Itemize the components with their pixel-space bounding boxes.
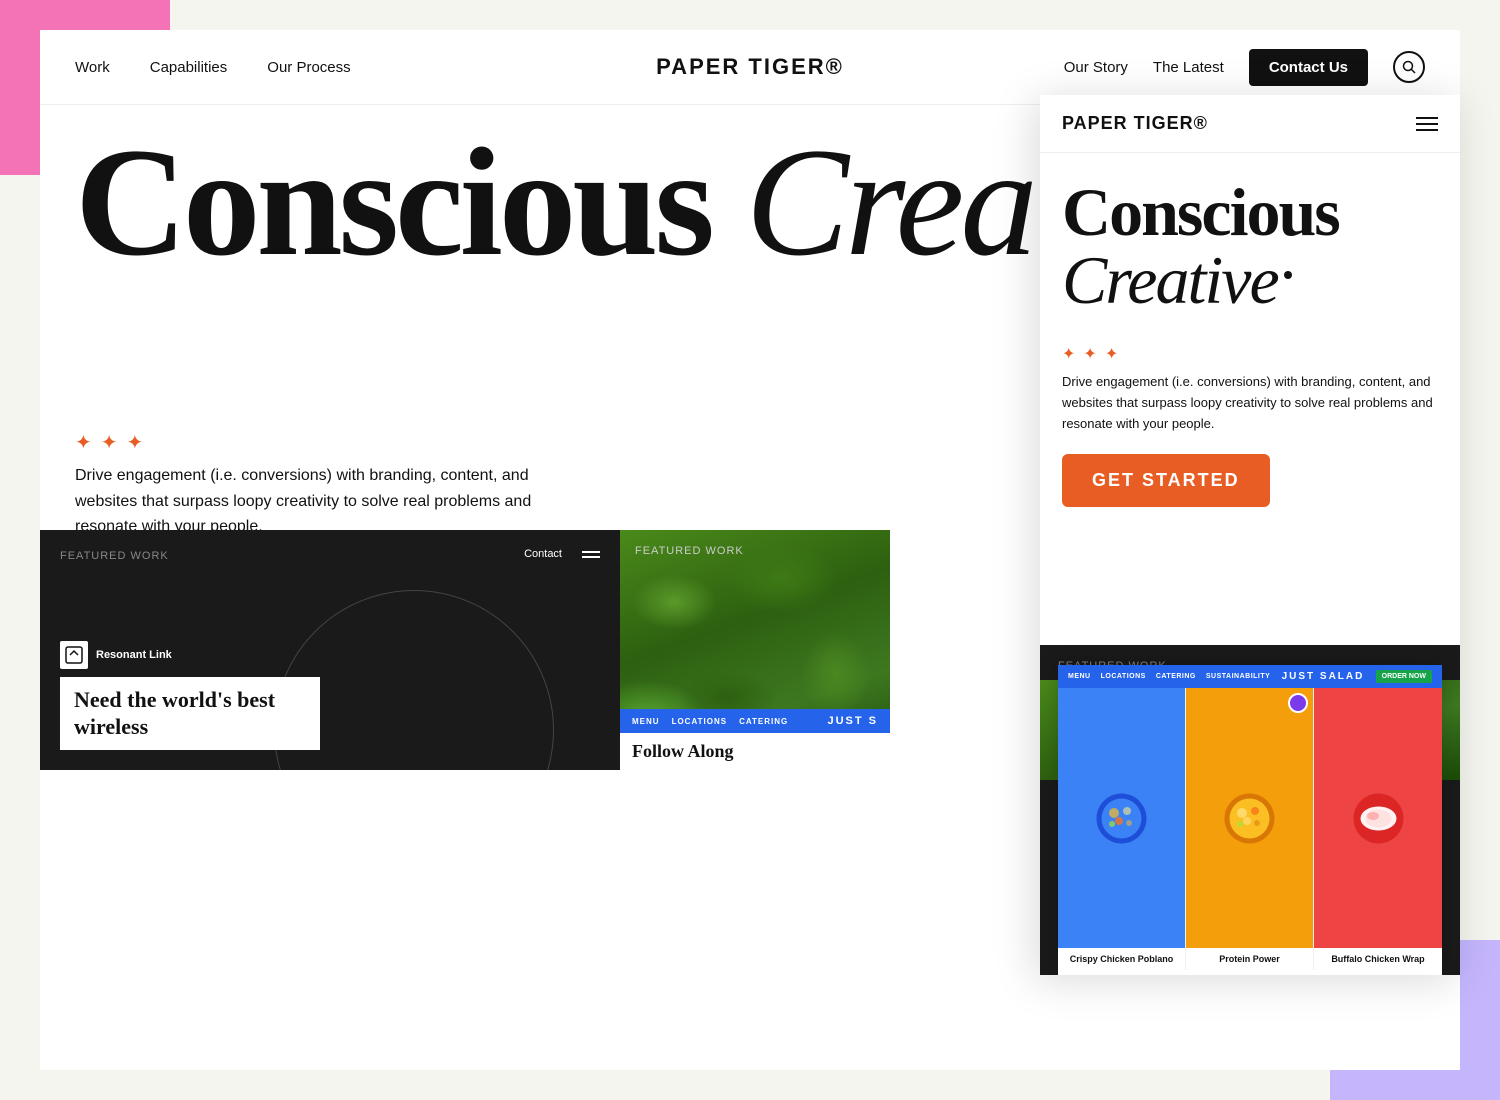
mobile-js-logo: JUST SALAD: [1282, 671, 1365, 682]
mobile-js-menu[interactable]: MENU: [1068, 673, 1091, 680]
nav-link-capabilities[interactable]: Capabilities: [150, 59, 228, 76]
resonant-logo-text: Resonant Link: [96, 649, 172, 661]
product-image-3: [1314, 688, 1442, 948]
contact-text: Contact: [524, 548, 562, 560]
nav-left-links: Work Capabilities Our Process: [75, 59, 1064, 76]
mobile-js-nav-items: MENU LOCATIONS CATERING SUSTAINABILITY: [1068, 673, 1270, 680]
product-image-2: [1186, 688, 1313, 948]
product-name-3: Buffalo Chicken Wrap: [1314, 948, 1442, 970]
mobile-menu-line-2: [1416, 123, 1438, 125]
follow-along: Follow Along: [620, 733, 890, 770]
just-salad-logo: JUST S: [827, 715, 878, 727]
tagline-section: ✦ ✦ ✦ Drive engagement (i.e. conversions…: [75, 430, 595, 540]
featured-card-label-2: Featured Work: [635, 545, 744, 557]
hamburger-line-1: [582, 551, 600, 553]
mobile-tagline-section: ✦ ✦ ✦ Drive engagement (i.e. conversions…: [1040, 314, 1460, 454]
nav-link-our-story[interactable]: Our Story: [1064, 59, 1128, 76]
mobile-js-product-1[interactable]: Crispy Chicken Poblano: [1058, 688, 1186, 970]
mobile-js-products: Crispy Chicken Poblano: [1058, 688, 1442, 970]
mobile-js-nav: MENU LOCATIONS CATERING SUSTAINABILITY J…: [1058, 665, 1442, 688]
just-salad-nav: MENU LOCATIONS CATERING JUST S: [620, 709, 890, 733]
just-salad-overlay: MENU LOCATIONS CATERING JUST S Follow Al…: [620, 709, 890, 770]
resonant-card-content: Resonant Link Need the world's best wire…: [60, 641, 600, 750]
mobile-js-product-3[interactable]: Buffalo Chicken Wrap: [1314, 688, 1442, 970]
featured-work-section: Featured Work Contact Resonant: [40, 530, 890, 770]
hero-title-text: Conscious: [75, 116, 746, 288]
product-name-2: Protein Power: [1186, 948, 1313, 970]
nav-link-our-process[interactable]: Our Process: [267, 59, 350, 76]
mobile-hero-title-text: Conscious: [1062, 174, 1339, 250]
product-name-1: Crispy Chicken Poblano: [1058, 948, 1185, 970]
mobile-js-order-button[interactable]: ORDER NOW: [1376, 670, 1432, 683]
just-salad-menu[interactable]: MENU: [632, 717, 660, 726]
resonant-logo-icon: [60, 641, 88, 669]
contact-bar: Contact: [524, 548, 600, 560]
mobile-featured-work: Featured Work MENU LOCATIONS CATERING SU…: [1040, 645, 1460, 975]
featured-card-resonant[interactable]: Featured Work Contact Resonant: [40, 530, 620, 770]
mobile-just-salad-card[interactable]: MENU LOCATIONS CATERING SUSTAINABILITY J…: [1058, 665, 1442, 975]
search-icon[interactable]: [1393, 51, 1425, 83]
nav-link-the-latest[interactable]: The Latest: [1153, 59, 1224, 76]
resonant-logo: Resonant Link: [60, 641, 600, 669]
just-salad-catering[interactable]: CATERING: [739, 717, 788, 726]
nav-link-work[interactable]: Work: [75, 59, 110, 76]
hero-title-italic: Crea: [746, 116, 1034, 288]
mobile-hero-title: Conscious Creative: [1040, 153, 1460, 314]
tagline-stars: ✦ ✦ ✦: [75, 430, 595, 455]
mobile-js-sustainability[interactable]: SUSTAINABILITY: [1206, 673, 1270, 680]
mobile-header: PAPER TIGER®: [1040, 95, 1460, 153]
hamburger-line-2: [582, 556, 600, 558]
mobile-hero-dot: [1284, 271, 1292, 279]
mobile-menu-line-1: [1416, 117, 1438, 119]
main-navigation: Work Capabilities Our Process PAPER TIGE…: [40, 30, 1460, 105]
featured-card-just-salad[interactable]: Featured Work MENU LOCATIONS CATERING JU…: [620, 530, 890, 770]
nav-logo[interactable]: PAPER TIGER®: [656, 54, 844, 80]
mobile-menu-icon[interactable]: [1416, 117, 1438, 131]
mobile-menu-line-3: [1416, 129, 1438, 131]
nav-contact-button[interactable]: Contact Us: [1249, 49, 1368, 86]
mobile-stars: ✦ ✦ ✦: [1062, 344, 1438, 364]
mobile-popup: PAPER TIGER® Conscious Creative ✦ ✦ ✦ Dr…: [1040, 95, 1460, 975]
featured-card-label: Featured Work: [60, 550, 600, 562]
product-image-1: [1058, 688, 1185, 948]
mobile-cta-button[interactable]: GET STARTED: [1062, 454, 1270, 507]
tagline-text: Drive engagement (i.e. conversions) with…: [75, 463, 595, 540]
mobile-js-product-2[interactable]: Protein Power: [1186, 688, 1314, 970]
mobile-hero-italic: Creative: [1062, 242, 1278, 318]
nav-right-links: Our Story The Latest Contact Us: [1064, 49, 1425, 86]
mobile-js-locations[interactable]: LOCATIONS: [1101, 673, 1146, 680]
follow-along-text: Follow Along: [632, 741, 734, 761]
hamburger-icon[interactable]: [582, 551, 600, 558]
resonant-headline: Need the world's best wireless: [60, 677, 320, 750]
mobile-logo[interactable]: PAPER TIGER®: [1062, 113, 1208, 134]
just-salad-locations[interactable]: LOCATIONS: [672, 717, 728, 726]
just-salad-nav-items: MENU LOCATIONS CATERING: [632, 717, 788, 726]
product-badge: [1288, 693, 1308, 713]
mobile-tagline-text: Drive engagement (i.e. conversions) with…: [1062, 372, 1438, 434]
mobile-js-catering[interactable]: CATERING: [1156, 673, 1196, 680]
